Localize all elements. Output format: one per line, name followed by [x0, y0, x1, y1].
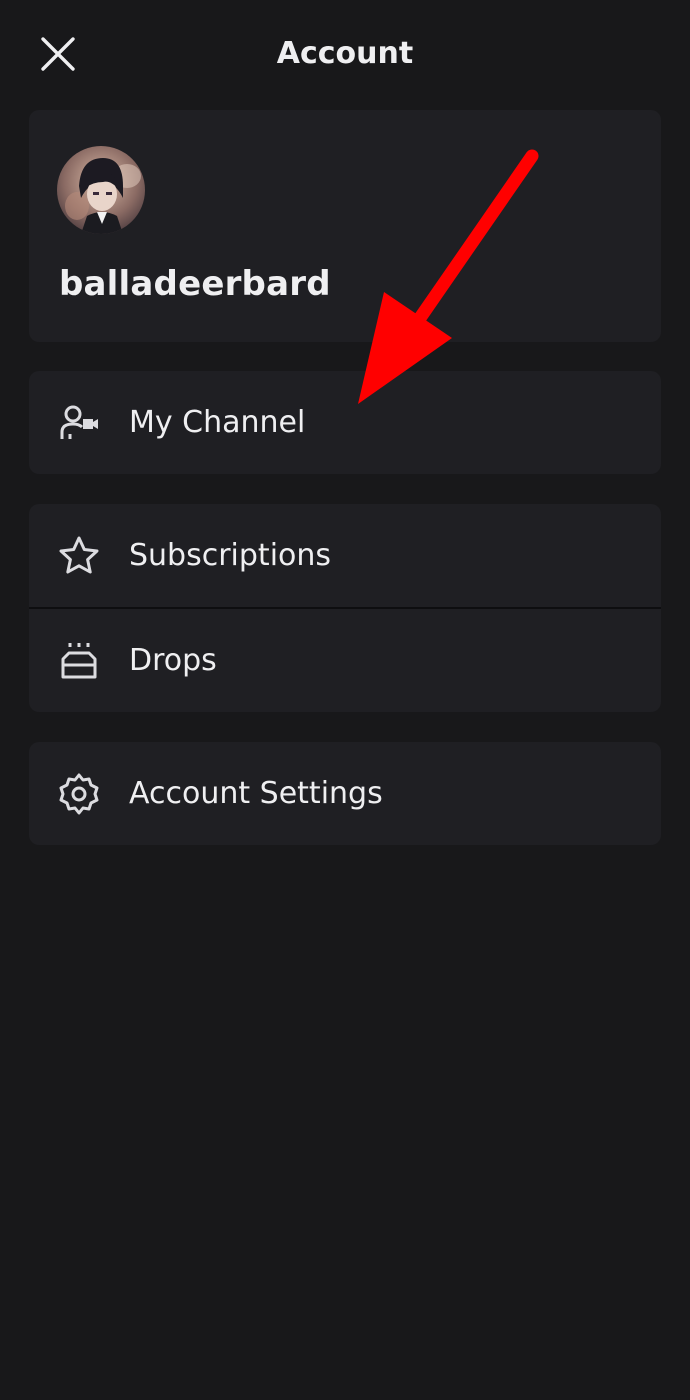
menu-item-drops[interactable]: Drops — [29, 609, 661, 712]
account-settings-card: Account Settings — [29, 742, 661, 845]
account-page: Account balladeerbard My Channel Subscri… — [0, 0, 690, 1400]
menu-item-label: My Channel — [129, 405, 306, 440]
chest-icon — [57, 639, 101, 683]
gear-icon — [57, 772, 101, 816]
username: balladeerbard — [59, 264, 331, 304]
header: Account — [0, 0, 690, 110]
avatar[interactable] — [57, 146, 145, 234]
profile-card[interactable]: balladeerbard — [29, 110, 661, 342]
menu-item-my-channel[interactable]: My Channel — [29, 371, 661, 474]
user-camera-icon — [57, 401, 101, 445]
menu-item-label: Account Settings — [129, 776, 383, 811]
menu-item-label: Drops — [129, 643, 217, 678]
menu-item-subscriptions[interactable]: Subscriptions — [29, 504, 661, 607]
subscriptions-drops-card: Subscriptions Drops — [29, 504, 661, 712]
star-icon — [57, 534, 101, 578]
my-channel-card: My Channel — [29, 371, 661, 474]
menu-item-account-settings[interactable]: Account Settings — [29, 742, 661, 845]
menu-item-label: Subscriptions — [129, 538, 332, 573]
page-title: Account — [276, 36, 414, 71]
